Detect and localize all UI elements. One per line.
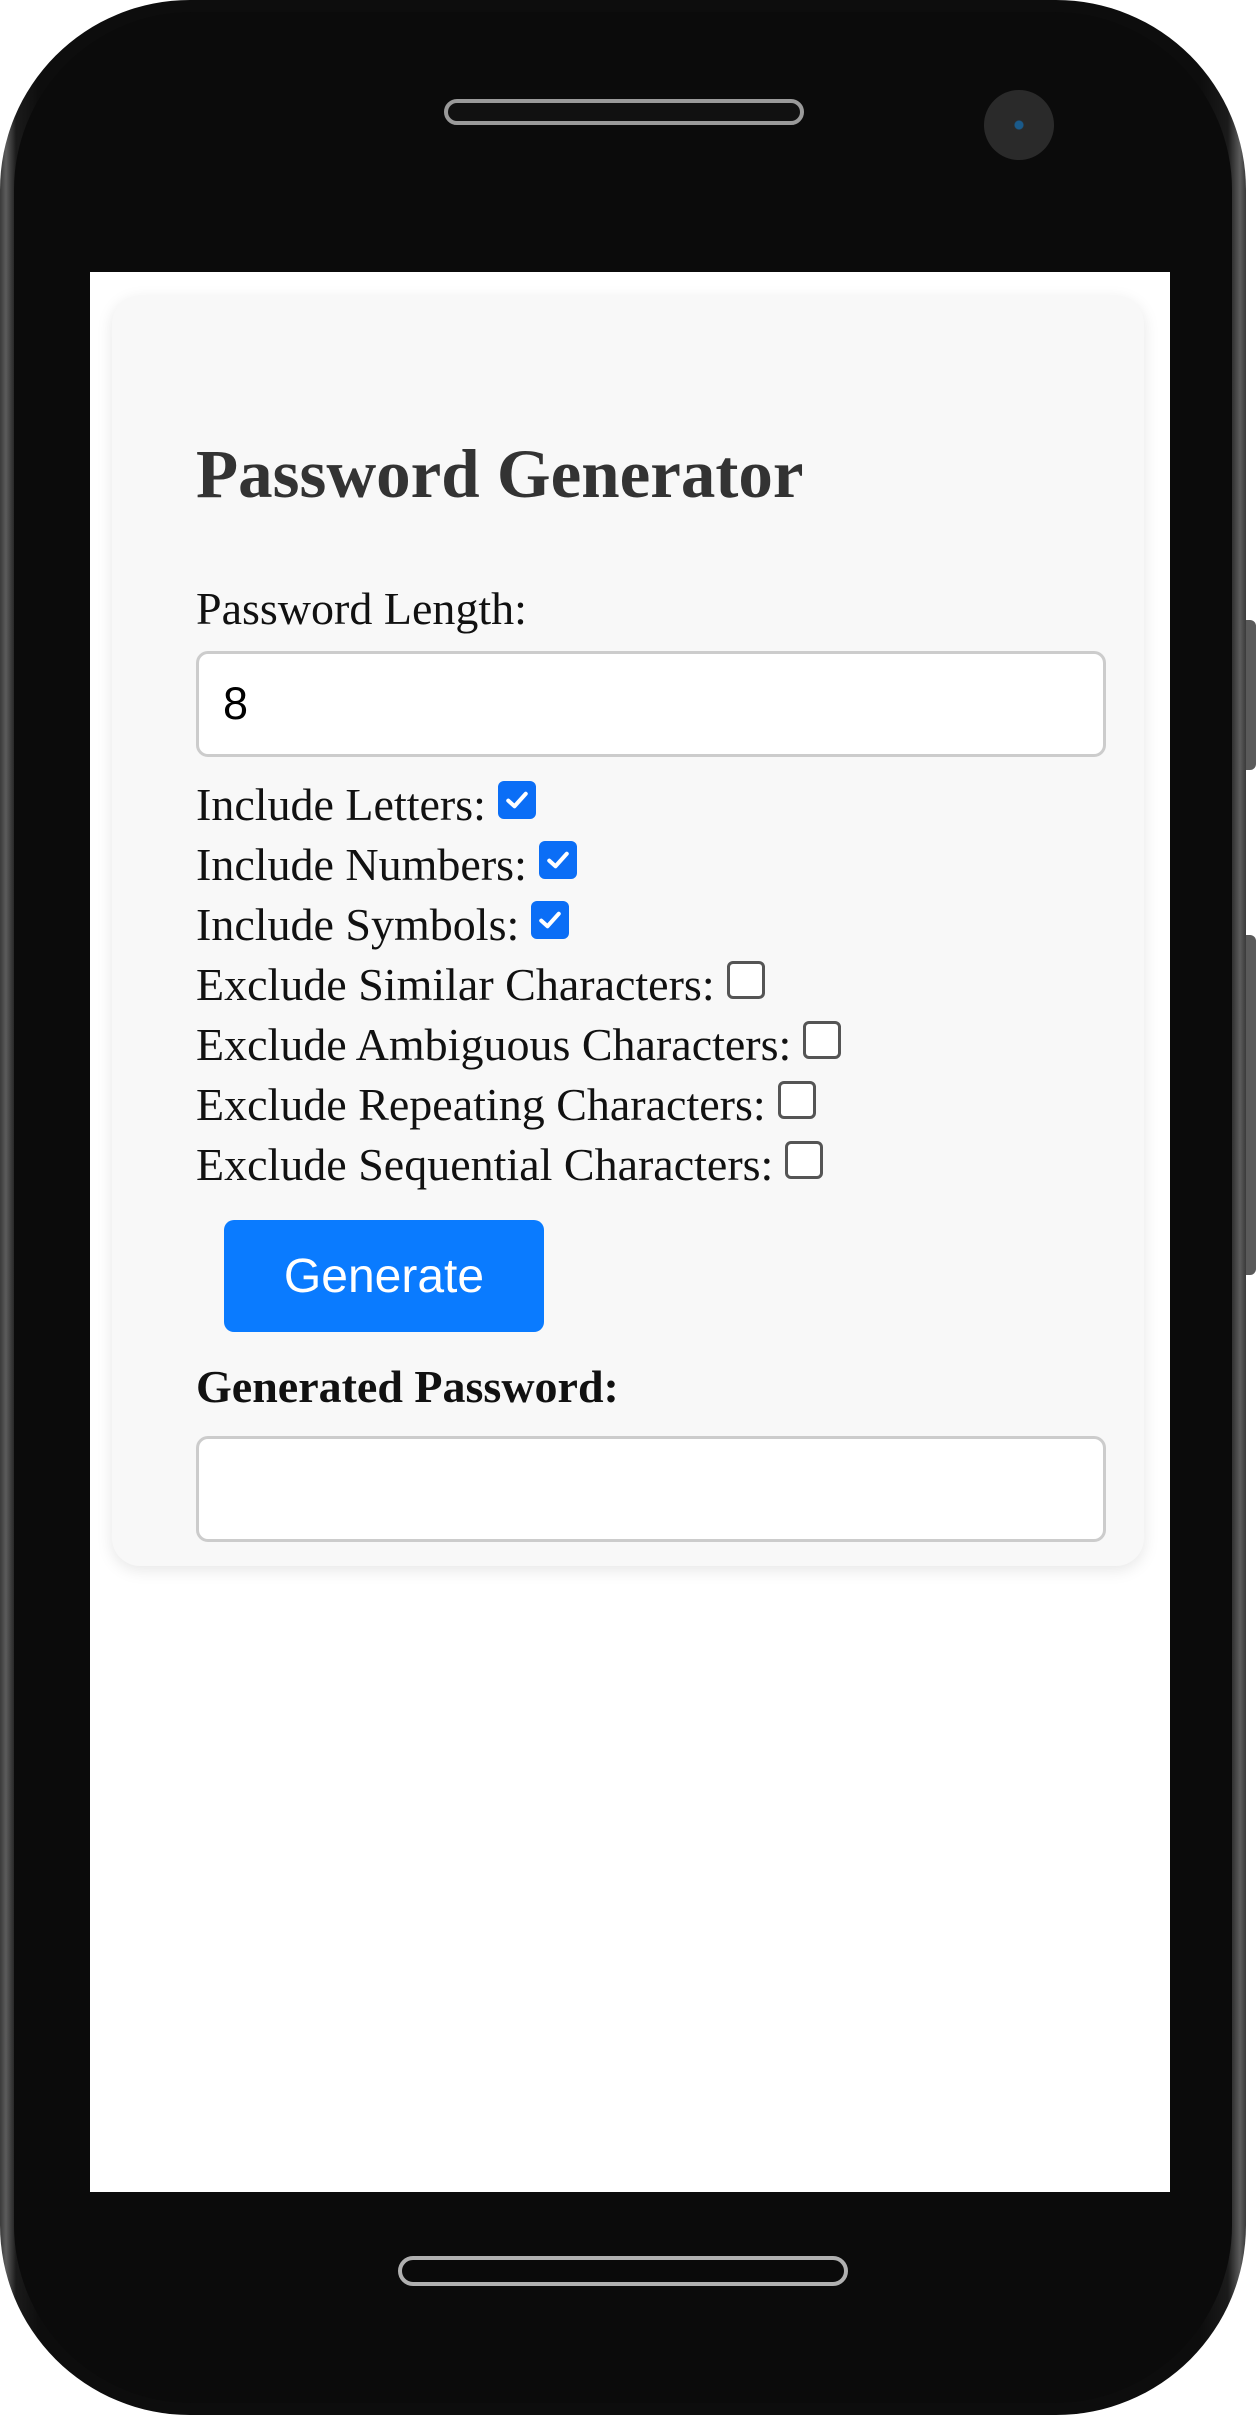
option-row-include-letters: Include Letters: (196, 774, 841, 834)
option-label-exclude-ambiguous: Exclude Ambiguous Characters: (196, 1018, 792, 1070)
option-label-include-symbols: Include Symbols: (196, 898, 520, 950)
generated-password-label: Generated Password: (196, 1361, 619, 1412)
option-row-exclude-repeating: Exclude Repeating Characters: (196, 1074, 841, 1134)
volume-button (1246, 620, 1256, 770)
include-letters-checkbox[interactable] (497, 781, 536, 819)
password-length-input[interactable] (196, 651, 1106, 757)
option-label-include-numbers: Include Numbers: (196, 838, 527, 890)
include-symbols-checkbox[interactable] (531, 901, 570, 939)
option-row-include-numbers: Include Numbers: (196, 834, 841, 894)
option-label-exclude-sequential: Exclude Sequential Characters: (196, 1138, 774, 1190)
check-icon (506, 791, 528, 809)
check-icon (539, 911, 562, 929)
power-button (1246, 935, 1256, 1275)
option-label-exclude-similar: Exclude Similar Characters: (196, 958, 715, 1010)
password-length-label: Password Length: (196, 583, 527, 634)
option-row-exclude-similar: Exclude Similar Characters: (196, 954, 841, 1014)
option-label-exclude-repeating: Exclude Repeating Characters: (196, 1078, 766, 1130)
home-bar (398, 2256, 848, 2286)
page-title: Password Generator (196, 436, 804, 512)
generate-button[interactable]: Generate (224, 1220, 544, 1332)
exclude-similar-checkbox[interactable] (726, 961, 765, 999)
exclude-ambiguous-checkbox[interactable] (803, 1021, 842, 1059)
options-list: Include Letters: Include Numbers: Include … (196, 774, 842, 1194)
generator-card: Password Generator Password Length: Incl… (112, 296, 1144, 1566)
front-camera (984, 90, 1054, 160)
screen: Password Generator Password Length: Incl… (90, 272, 1170, 2192)
option-row-exclude-sequential: Exclude Sequential Characters: (196, 1134, 841, 1194)
include-numbers-checkbox[interactable] (538, 841, 577, 879)
generated-password-field[interactable] (196, 1436, 1106, 1542)
option-row-include-symbols: Include Symbols: (196, 894, 841, 954)
phone-frame: Password Generator Password Length: Incl… (0, 0, 1256, 2415)
option-label-include-letters: Include Letters: (196, 778, 486, 830)
earpiece-speaker (444, 99, 804, 125)
option-row-exclude-ambiguous: Exclude Ambiguous Characters: (196, 1014, 842, 1074)
exclude-repeating-checkbox[interactable] (777, 1081, 816, 1119)
exclude-sequential-checkbox[interactable] (785, 1141, 824, 1179)
check-icon (547, 851, 569, 869)
